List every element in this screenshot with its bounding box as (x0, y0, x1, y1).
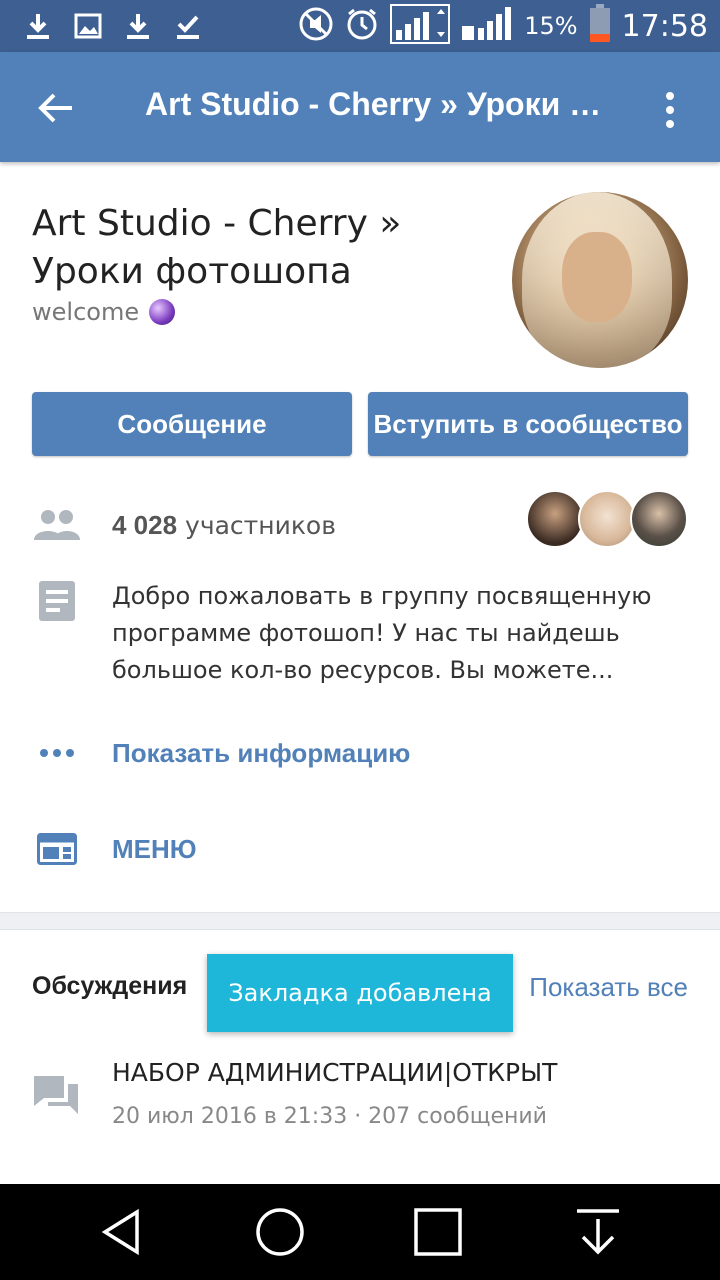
battery-percent: 15% (524, 12, 578, 40)
avatar-face (562, 232, 632, 322)
group-name: Art Studio - Cherry » Уроки фотошопа (32, 203, 402, 292)
system-navigation-bar (0, 1184, 720, 1280)
battery-icon (588, 4, 612, 48)
members-count: 4 028 участников (112, 510, 336, 541)
download-icon (20, 8, 56, 44)
more-horizontal-icon (34, 730, 80, 776)
signal-sim2-icon (460, 4, 514, 48)
toast-notification: Закладка добавлена (207, 954, 513, 1032)
check-icon (170, 8, 206, 44)
app-bar: Art Studio - Cherry » Уроки фотошопа (0, 52, 720, 162)
nav-notifications-button[interactable] (568, 1202, 628, 1262)
image-icon (70, 8, 106, 44)
download-icon (120, 8, 156, 44)
group-description: Добро пожаловать в группу посвященную пр… (112, 582, 652, 684)
triangle-back-icon (101, 1208, 139, 1256)
member-avatar (526, 490, 584, 548)
system-icons: 15% 17:58 (298, 4, 708, 48)
arrow-left-icon (38, 93, 72, 123)
show-all-link[interactable]: Показать все (529, 972, 688, 1003)
group-status: welcome (32, 298, 176, 326)
members-number: 4 028 (112, 510, 178, 540)
description-row[interactable]: Добро пожаловать в группу посвященную пр… (0, 578, 720, 698)
group-status-text: welcome (32, 298, 140, 326)
discussion-meta: 20 июл 2016 в 21:33 · 207 сообщений (112, 1104, 547, 1129)
message-button[interactable]: Сообщение (32, 392, 352, 456)
signal-sim1-icon (390, 4, 451, 48)
member-avatar (578, 490, 636, 548)
member-avatar (630, 490, 688, 548)
square-recents-icon (414, 1208, 462, 1256)
status-bar: 15% 17:58 (0, 0, 720, 52)
clock: 17:58 (621, 8, 708, 44)
discussion-title: НАБОР АДМИНИСТРАЦИИ|ОТКРЫТ (112, 1058, 558, 1087)
members-label: участников (185, 511, 336, 540)
menu-link[interactable]: МЕНЮ (112, 834, 197, 865)
menu-icon (34, 826, 80, 872)
arrow-down-icon (577, 1209, 619, 1255)
discussions-title: Обсуждения (32, 972, 188, 1000)
member-avatars (526, 490, 688, 548)
crystal-ball-icon (149, 299, 176, 325)
mute-icon (298, 6, 334, 46)
back-button[interactable] (28, 80, 84, 136)
circle-home-icon (256, 1208, 304, 1256)
page-title: Art Studio - Cherry » Уроки фотошопа (145, 86, 625, 122)
people-icon (34, 502, 80, 548)
more-vertical-icon (666, 92, 674, 128)
menu-row[interactable]: МЕНЮ (0, 826, 720, 874)
show-info-row[interactable]: Показать информацию (0, 730, 720, 778)
alarm-icon (344, 6, 380, 46)
members-row[interactable]: 4 028 участников (0, 490, 720, 558)
overflow-menu-button[interactable] (650, 82, 690, 138)
chat-bubbles-icon (34, 1074, 80, 1120)
nav-recents-button[interactable] (408, 1202, 468, 1262)
nav-home-button[interactable] (250, 1202, 310, 1262)
section-divider (0, 912, 720, 930)
group-avatar[interactable] (512, 192, 688, 368)
notification-icons (20, 8, 206, 44)
show-info-link[interactable]: Показать информацию (112, 738, 410, 769)
join-button[interactable]: Вступить в сообщество (368, 392, 688, 456)
nav-back-button[interactable] (92, 1202, 152, 1262)
document-icon (34, 578, 80, 624)
